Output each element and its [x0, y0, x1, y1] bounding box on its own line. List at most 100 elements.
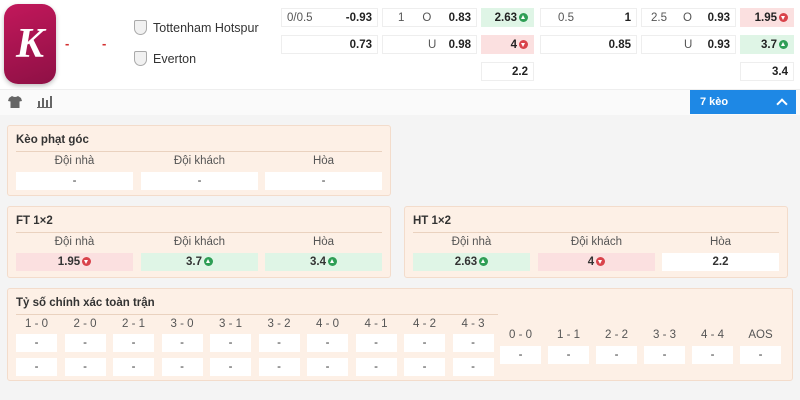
divider	[413, 232, 779, 233]
score-odds-cell[interactable]: -	[64, 334, 106, 352]
overunder-ht-under[interactable]: U 0.93	[641, 35, 736, 54]
ft-1x2-box: FT 1×2 Đội nhà Đội khách Hòa 1.95 3.7 3.…	[7, 206, 391, 278]
handicap-ht-home[interactable]: 0.5 1	[540, 8, 637, 27]
odds-up-icon	[328, 257, 337, 267]
score-odds-cell[interactable]: -	[113, 358, 154, 376]
score-odds-cell[interactable]: -	[307, 334, 348, 352]
corner-kick-box: Kèo phạt góc Đội nhà Đội khách Hòa - - -	[7, 125, 391, 196]
score-odds-cell[interactable]: -	[64, 358, 106, 376]
score-header: AOS	[748, 329, 773, 341]
score-odds-cell[interactable]: -	[307, 358, 348, 376]
score-odds-cell[interactable]: -	[404, 358, 445, 376]
shield-icon	[134, 51, 147, 66]
odds-down-icon	[82, 257, 92, 267]
score-odds-cell[interactable]: -	[740, 346, 781, 364]
ht-odds-draw[interactable]: 2.2	[662, 253, 779, 271]
handicap-ft-away[interactable]: 0.73	[281, 35, 378, 54]
score-odds-cell[interactable]: -	[644, 346, 685, 364]
divider	[16, 151, 382, 152]
overunder-ft-under[interactable]: U 0.98	[382, 35, 477, 54]
divider	[16, 232, 382, 233]
corner-odds-draw[interactable]: -	[265, 172, 382, 190]
x12-ft-home[interactable]: 2.63	[481, 8, 534, 27]
handicap-ft-home[interactable]: 0/0.5 -0.93	[281, 8, 378, 27]
corner-title: Kèo phạt góc	[16, 134, 89, 146]
corner-header-draw: Hòa	[312, 155, 335, 167]
x12-ht-away[interactable]: 3.7	[740, 35, 794, 54]
corner-odds-home[interactable]: -	[16, 172, 133, 190]
x12-ht-home[interactable]: 1.95	[740, 8, 794, 27]
ft-odds-away[interactable]: 3.7	[141, 253, 258, 271]
x12-ft-away[interactable]: 4	[481, 35, 534, 54]
odds-down-icon	[779, 13, 788, 22]
x12-ft-draw[interactable]: 2.2	[481, 62, 534, 81]
score-header: 4 - 3	[461, 318, 485, 330]
ht-header-home: Đội nhà	[451, 236, 492, 248]
chevron-up-icon	[776, 98, 788, 110]
score-odds-cell[interactable]: -	[258, 334, 300, 352]
score-odds-cell[interactable]: -	[404, 334, 445, 352]
score-odds-cell[interactable]: -	[596, 346, 637, 364]
score-header: 4 - 0	[315, 318, 339, 330]
stats-chart-icon[interactable]	[37, 95, 52, 111]
home-team-name: Tottenham Hotspur	[153, 20, 259, 35]
score-odds-cell[interactable]: -	[161, 334, 203, 352]
score-header: 2 - 2	[604, 329, 628, 341]
odds-down-icon	[596, 257, 606, 267]
ht-1x2-box: HT 1×2 Đội nhà Đội khách Hòa 2.63 4 2.2	[404, 206, 788, 278]
odds-up-icon	[204, 257, 213, 267]
score-header: 4 - 4	[700, 329, 724, 341]
shield-icon	[134, 20, 147, 35]
x12-ht-draw[interactable]: 3.4	[740, 62, 794, 81]
corner-header-away: Đội khách	[173, 155, 226, 167]
home-score: -	[65, 36, 70, 51]
ht-header-draw: Hòa	[709, 236, 732, 248]
ht-odds-home[interactable]: 2.63	[413, 253, 530, 271]
score-odds-cell[interactable]: -	[692, 346, 733, 364]
score-header: 3 - 3	[652, 329, 676, 341]
ft-header-home: Đội nhà	[54, 236, 95, 248]
odds-up-icon	[779, 40, 788, 49]
match-toolbar	[0, 89, 800, 115]
ht-odds-away[interactable]: 4	[538, 253, 655, 271]
handicap-ht-away[interactable]: 0.85	[540, 35, 637, 54]
score-odds-cell[interactable]: -	[113, 334, 154, 352]
overunder-ht-over[interactable]: 2.5 O 0.93	[641, 8, 736, 27]
score-odds-cell[interactable]: -	[355, 334, 397, 352]
score-odds-cell[interactable]: -	[210, 334, 251, 352]
corner-odds-away[interactable]: -	[141, 172, 258, 190]
score-header: 1 - 1	[556, 329, 580, 341]
exact-title: Tỷ số chính xác toàn trận	[16, 297, 155, 309]
score-header: 3 - 2	[267, 318, 291, 330]
score-odds-cell[interactable]: -	[258, 358, 300, 376]
score-odds-cell[interactable]: -	[355, 358, 397, 376]
score-header: 2 - 0	[73, 318, 97, 330]
ht-header-away: Đội khách	[570, 236, 623, 248]
score-header: 4 - 1	[364, 318, 388, 330]
corner-header-home: Đội nhà	[54, 155, 95, 167]
score-odds-cell[interactable]: -	[548, 346, 589, 364]
score-odds-cell[interactable]: -	[452, 358, 494, 376]
away-team[interactable]: Everton	[134, 51, 196, 66]
score-header: 1 - 0	[24, 318, 48, 330]
score-odds-cell[interactable]: -	[16, 334, 57, 352]
score-header: 3 - 1	[218, 318, 242, 330]
score-odds-cell[interactable]: -	[210, 358, 251, 376]
ft-header-away: Đội khách	[173, 236, 226, 248]
ft-odds-draw[interactable]: 3.4	[265, 253, 382, 271]
ft-header-draw: Hòa	[312, 236, 335, 248]
score-odds-cell[interactable]: -	[500, 346, 541, 364]
ft-odds-home[interactable]: 1.95	[16, 253, 133, 271]
score-header: 2 - 1	[121, 318, 145, 330]
brand-logo[interactable]: K	[4, 4, 56, 84]
odds-up-icon	[519, 13, 528, 22]
divider	[16, 314, 498, 315]
ft-title: FT 1×2	[16, 215, 53, 227]
shirt-icon[interactable]	[8, 96, 22, 111]
score-odds-cell[interactable]: -	[16, 358, 57, 376]
more-odds-button[interactable]: 7 kèo	[690, 90, 796, 114]
home-team[interactable]: Tottenham Hotspur	[134, 20, 259, 35]
score-odds-cell[interactable]: -	[452, 334, 494, 352]
overunder-ft-over[interactable]: 1 O 0.83	[382, 8, 477, 27]
score-odds-cell[interactable]: -	[161, 358, 203, 376]
